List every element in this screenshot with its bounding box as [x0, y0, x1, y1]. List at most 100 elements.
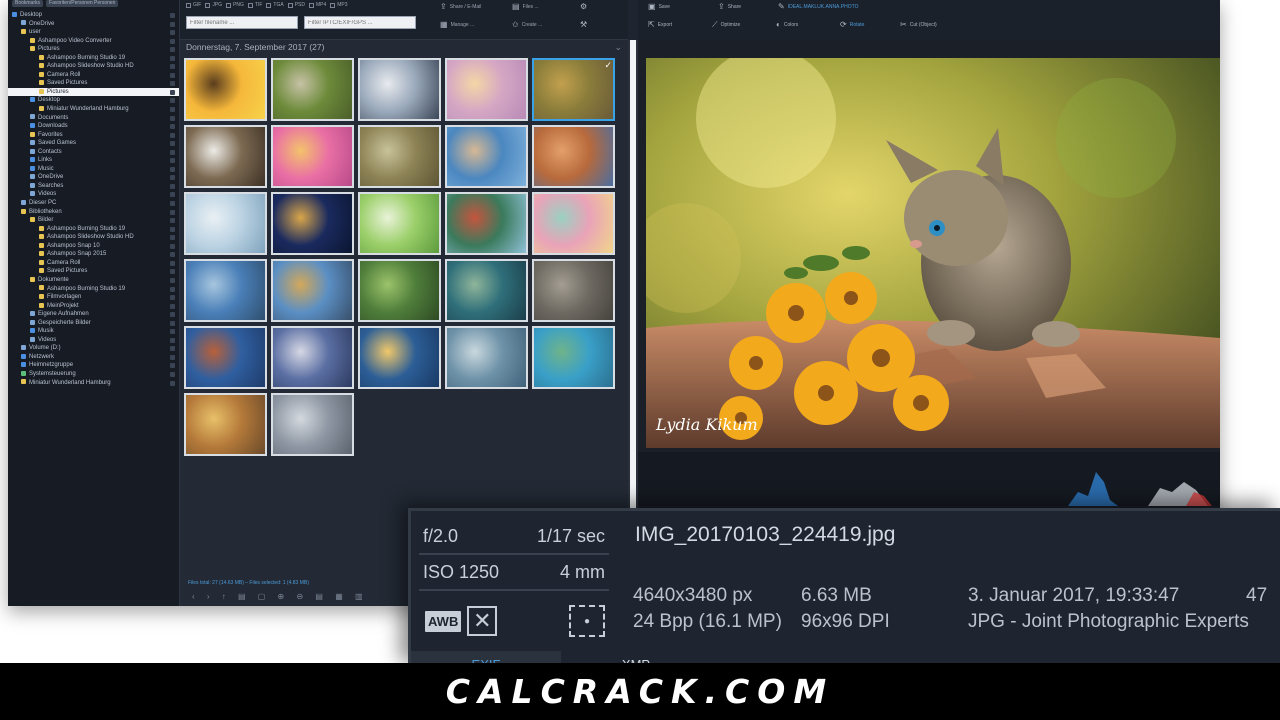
- files-button[interactable]: ▤ Files ...: [512, 2, 539, 11]
- create-button[interactable]: ✩ Create ...: [512, 20, 542, 29]
- thumbnail-fjord[interactable]: [271, 326, 354, 389]
- thumbnail-stone-lion[interactable]: [532, 259, 615, 322]
- rotate-button[interactable]: ⟳ Rotate: [840, 20, 864, 29]
- tree-item[interactable]: MeinProjekt: [8, 302, 179, 311]
- thumbnail-canyon[interactable]: [532, 125, 615, 188]
- preview-image[interactable]: Lydia Kikum: [646, 58, 1220, 448]
- format-filter-checkbox[interactable]: MP3: [330, 2, 348, 8]
- tree-item[interactable]: Favorites: [8, 131, 179, 140]
- tree-item[interactable]: Contacts: [8, 148, 179, 157]
- tree-item[interactable]: Netzwerk: [8, 353, 179, 362]
- tree-item[interactable]: Downloads: [8, 122, 179, 131]
- tree-item[interactable]: Videos: [8, 190, 179, 199]
- tree-item[interactable]: Gespeicherte Bilder: [8, 319, 179, 328]
- tree-item[interactable]: Heimnetzgruppe: [8, 361, 179, 370]
- tree-item[interactable]: Camera Roll: [8, 71, 179, 80]
- format-filter-checkbox[interactable]: GIF: [186, 2, 201, 8]
- thumbnail-paris-night[interactable]: [271, 192, 354, 255]
- format-filter-checkbox[interactable]: MP4: [308, 2, 326, 8]
- thumbnail-grass[interactable]: [358, 192, 441, 255]
- tree-item[interactable]: Bilder: [8, 216, 179, 225]
- tree-item[interactable]: Links: [8, 156, 179, 165]
- tree-item[interactable]: Bibliotheken: [8, 208, 179, 217]
- scrollbar-thumb[interactable]: [630, 40, 636, 560]
- export-button[interactable]: ⇱ Export: [648, 20, 672, 29]
- thumbnail-cow[interactable]: [184, 125, 267, 188]
- thumbnail-frog[interactable]: [358, 125, 441, 188]
- thumbnail-kitten-flowers[interactable]: ✓: [532, 58, 615, 121]
- tree-item[interactable]: Pictures: [8, 87, 179, 97]
- thumbnail-macarons-pink[interactable]: [271, 125, 354, 188]
- tree-item[interactable]: Ashampoo Burning Studio 19: [8, 285, 179, 294]
- thumbnail-lizard[interactable]: [358, 259, 441, 322]
- tree-item[interactable]: Ashampoo Slideshow Studio HD: [8, 233, 179, 242]
- tree-item[interactable]: Saved Pictures: [8, 79, 179, 88]
- tree-item[interactable]: Ashampoo Snap 10: [8, 242, 179, 251]
- thumbnail-sunset-sea[interactable]: [358, 326, 441, 389]
- thumbnail-field-sky[interactable]: [271, 259, 354, 322]
- favorites-pill[interactable]: Favoriten/Personen Personen: [46, 0, 119, 7]
- filename-filter-input[interactable]: [186, 16, 298, 29]
- tree-item[interactable]: Desktop: [8, 11, 179, 20]
- tree-item[interactable]: Pictures: [8, 45, 179, 54]
- thumbnail-fruit[interactable]: [184, 58, 267, 121]
- tree-item[interactable]: Miniatur Wunderland Hamburg: [8, 379, 179, 388]
- tree-item[interactable]: Documents: [8, 114, 179, 123]
- manage-button[interactable]: ▦ Manage ...: [440, 20, 474, 29]
- thumbnail-sea-mist[interactable]: [184, 192, 267, 255]
- tree-item[interactable]: Eigene Aufnahmen: [8, 310, 179, 319]
- tree-item[interactable]: Camera Roll: [8, 259, 179, 268]
- tools-button[interactable]: ⚒: [580, 20, 587, 29]
- iptc-filter-input[interactable]: [304, 16, 416, 29]
- thumbnail-rock-coast[interactable]: [184, 326, 267, 389]
- tree-item[interactable]: Ashampoo Snap 2015: [8, 250, 179, 259]
- thumbnail-macarons[interactable]: [532, 192, 615, 255]
- share-email-button[interactable]: ⇪ Share / E-Mail: [440, 2, 481, 11]
- tree-item[interactable]: Ashampoo Burning Studio 19: [8, 225, 179, 234]
- tree-item[interactable]: Filmvorlagen: [8, 293, 179, 302]
- thumbnail-skyline-lake[interactable]: [184, 259, 267, 322]
- thumbnail-cat-white[interactable]: [358, 58, 441, 121]
- collapse-chevron-icon[interactable]: ⌄: [614, 42, 622, 53]
- tree-item[interactable]: Dokumente: [8, 276, 179, 285]
- tree-item[interactable]: Miniatur Wunderland Hamburg: [8, 105, 179, 114]
- format-filter-checkbox[interactable]: TGA: [266, 2, 284, 8]
- thumbnail-autumn-forest[interactable]: [184, 393, 267, 456]
- bookmarks-pill[interactable]: Bookmarks: [12, 0, 44, 7]
- format-filter-checkbox[interactable]: TIF: [247, 2, 262, 8]
- optimize-button[interactable]: ⟋ Optimize: [712, 20, 740, 30]
- thumbnail-city-canal[interactable]: [445, 125, 528, 188]
- thumbnail-calm-lake[interactable]: [445, 326, 528, 389]
- save-button[interactable]: ▣ Save: [648, 2, 670, 11]
- format-filter-checkbox[interactable]: PSD: [287, 2, 305, 8]
- tree-item[interactable]: user: [8, 28, 179, 37]
- thumbnail-statue[interactable]: [271, 393, 354, 456]
- thumbnail-flowers-pink[interactable]: [445, 58, 528, 121]
- tree-item[interactable]: Volume (D:): [8, 344, 179, 353]
- thumbnail-green-cliffs[interactable]: [532, 326, 615, 389]
- settings-button[interactable]: ⚙: [580, 2, 587, 11]
- edit-title-link[interactable]: ✎ IDEAL.MAKLUK.ANNA.PHOTO: [778, 2, 858, 11]
- thumbnail-island-bay[interactable]: [445, 259, 528, 322]
- tree-item[interactable]: Ashampoo Burning Studio 19: [8, 54, 179, 63]
- cut-object-button[interactable]: ✂ Cut (Object): [900, 20, 937, 29]
- share-button[interactable]: ⇪ Share: [718, 2, 741, 11]
- tree-item[interactable]: Systemsteuerung: [8, 370, 179, 379]
- format-filter-checkbox[interactable]: PNG: [226, 2, 244, 8]
- thumbnail-coast-village[interactable]: [445, 192, 528, 255]
- tree-item[interactable]: Ashampoo Slideshow Studio HD: [8, 62, 179, 71]
- tree-item[interactable]: Dieser PC: [8, 199, 179, 208]
- tree-item[interactable]: Musik: [8, 327, 179, 336]
- thumbnail-navigation-bar[interactable]: ‹ › ↑ ▤ ▢ ⊕ ⊖ ▤ ▦ ▥: [192, 592, 368, 601]
- tree-item[interactable]: Desktop: [8, 96, 179, 105]
- tree-item[interactable]: Music: [8, 165, 179, 174]
- tree-item[interactable]: Searches: [8, 182, 179, 191]
- colors-button[interactable]: ◐ Colors: [776, 20, 798, 29]
- tree-item[interactable]: Saved Pictures: [8, 267, 179, 276]
- tree-item[interactable]: Videos: [8, 336, 179, 345]
- thumbnail-cat-grass[interactable]: [271, 58, 354, 121]
- tree-item[interactable]: Saved Games: [8, 139, 179, 148]
- tree-item[interactable]: OneDrive: [8, 173, 179, 182]
- tree-item[interactable]: Ashampoo Video Converter: [8, 37, 179, 46]
- format-filter-checkbox[interactable]: JPG: [205, 2, 222, 8]
